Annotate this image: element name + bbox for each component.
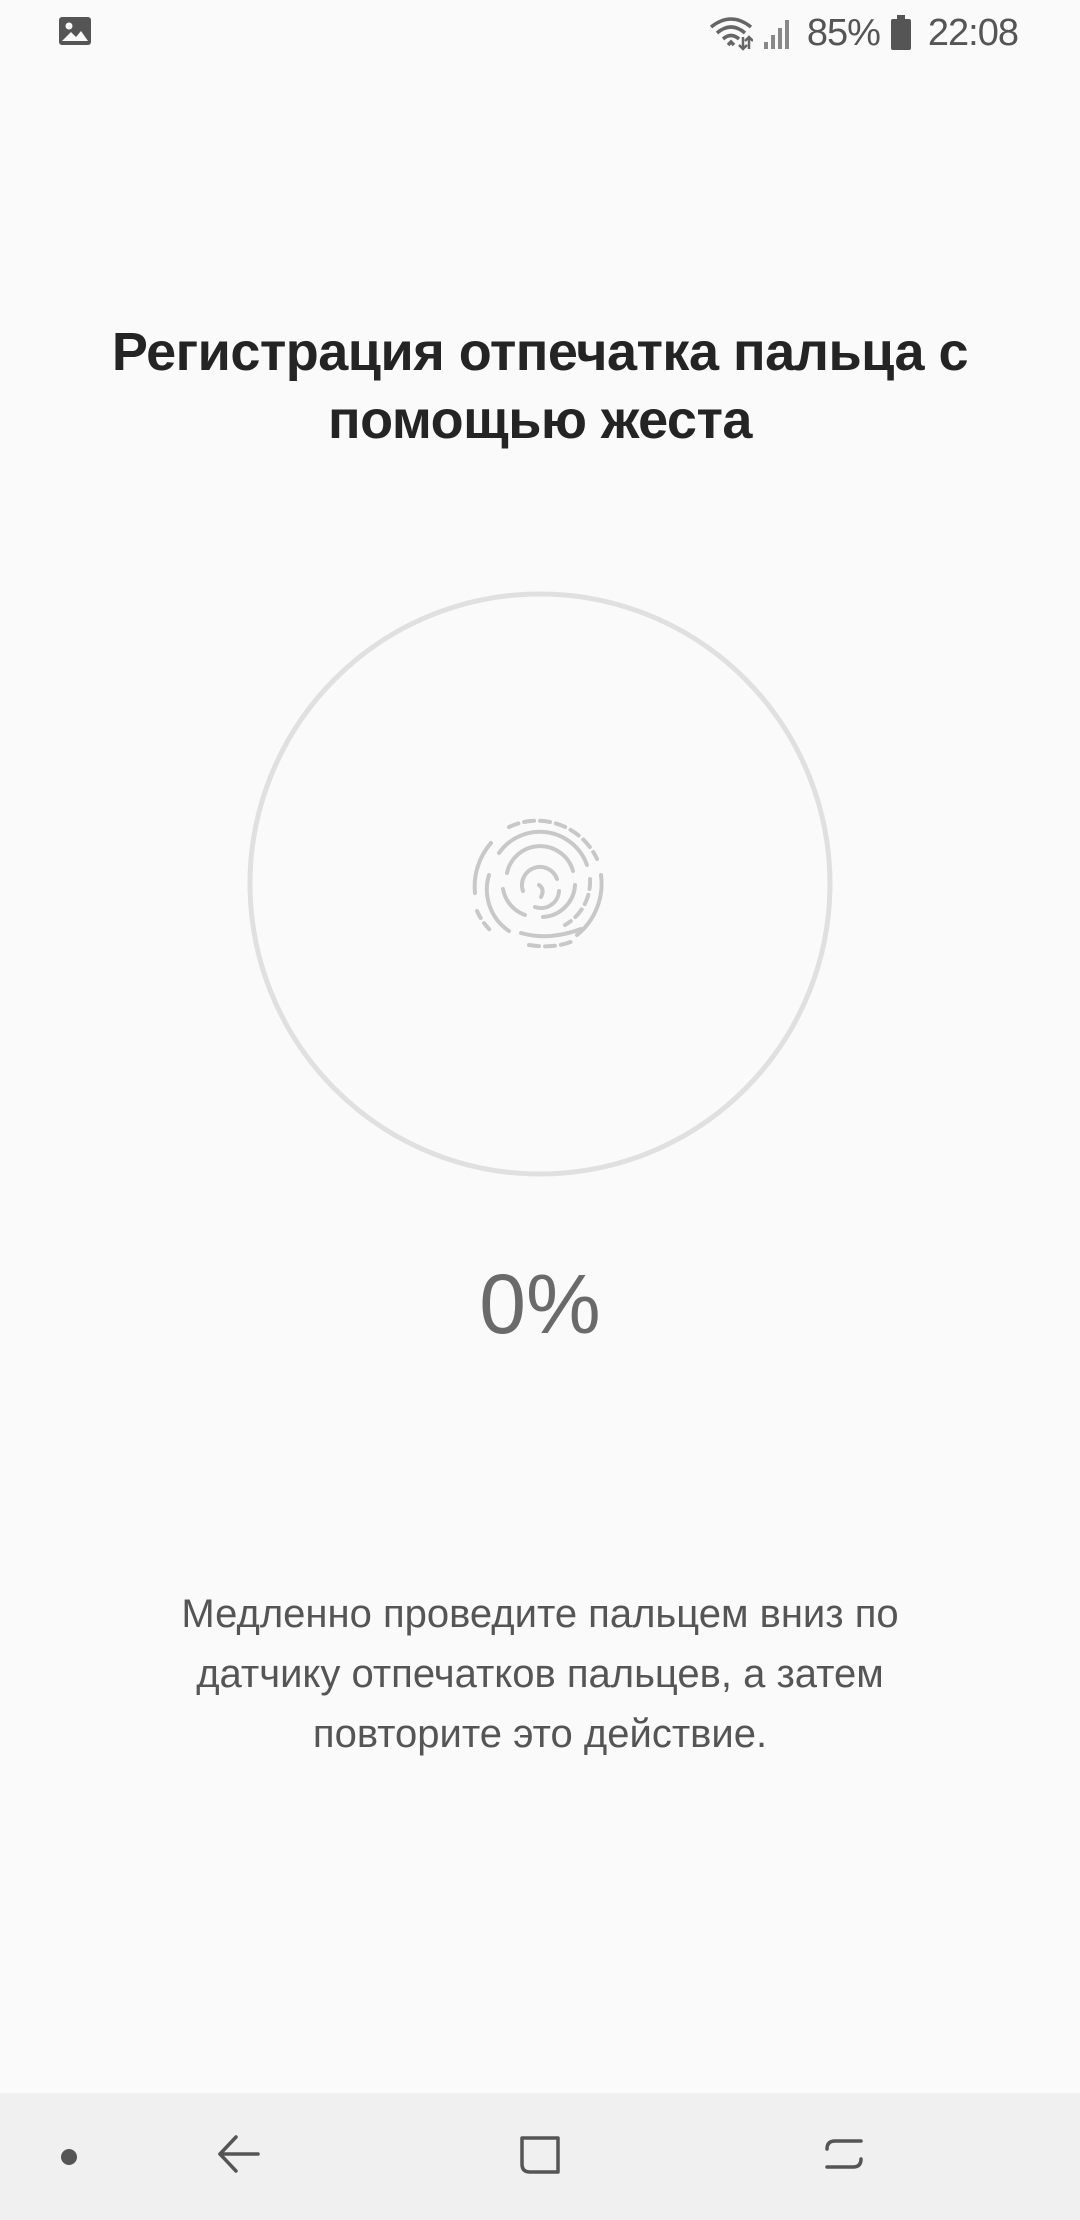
- recents-icon: [819, 2129, 869, 2184]
- dot-icon[interactable]: [61, 2149, 77, 2165]
- clock: 22:08: [927, 11, 1019, 54]
- navigation-bar: [0, 2093, 1080, 2220]
- wifi-icon: [709, 15, 753, 51]
- fingerprint-icon: [469, 813, 611, 955]
- status-bar: 85% 22:08: [0, 0, 1080, 66]
- image-icon: [58, 16, 92, 46]
- progress-percent: 0%: [479, 1257, 601, 1351]
- signal-icon: [763, 16, 793, 50]
- status-indicators: 85% 22:08: [709, 8, 1019, 58]
- back-button[interactable]: [204, 2121, 274, 2191]
- back-icon: [214, 2129, 264, 2184]
- battery-icon: [890, 15, 912, 51]
- recents-button[interactable]: [809, 2121, 879, 2191]
- battery-percent: 85%: [806, 11, 881, 54]
- page-title: Регистрация отпечатка пальца с помощью ж…: [111, 322, 969, 450]
- instruction-text: Медленно проведите пальцем вниз по датчи…: [181, 1592, 899, 1756]
- home-icon: [516, 2130, 564, 2183]
- home-button[interactable]: [505, 2121, 575, 2191]
